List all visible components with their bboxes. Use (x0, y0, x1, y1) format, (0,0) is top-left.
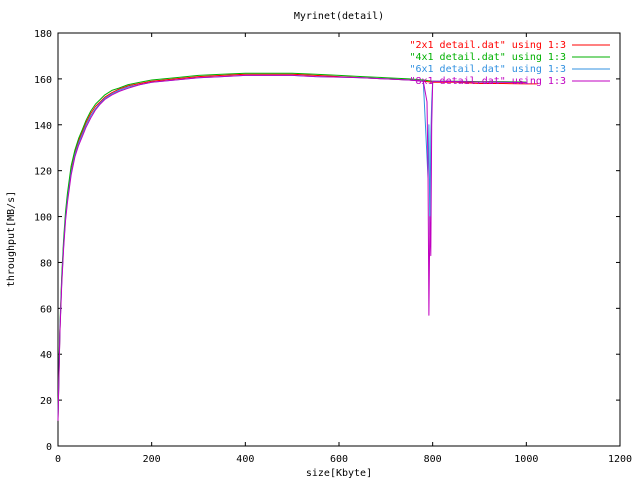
y-tick-label: 140 (34, 121, 52, 132)
x-tick-label: 400 (236, 454, 254, 465)
y-tick-label: 60 (40, 304, 52, 315)
axis-ticks: 0 20 40 60 80 100 120 140 160 180 0 200 400 600 800 100… (34, 29, 632, 465)
series-line-1 (57, 73, 538, 419)
series-layer (57, 72, 538, 421)
x-axis-label: size[Kbyte] (306, 468, 372, 479)
legend-label-4: "8x1 detail.dat" using 1:3 (409, 76, 566, 87)
y-tick-label: 120 (34, 167, 52, 178)
y-tick-label: 20 (40, 396, 52, 407)
x-tick-label: 200 (143, 454, 161, 465)
legend-label-1: "2x1 detail.dat" using 1:3 (409, 40, 566, 51)
x-tick-label: 600 (330, 454, 348, 465)
legend-label-3: "6x1 detail.dat" using 1:3 (409, 64, 566, 75)
series-line-2 (57, 72, 527, 417)
x-tick-label: 1000 (514, 454, 538, 465)
x-tick-label: 0 (55, 454, 61, 465)
y-tick-label: 40 (40, 350, 52, 361)
y-tick-label: 0 (46, 442, 52, 453)
plot-frame (57, 32, 621, 447)
x-tick-label: 800 (424, 454, 442, 465)
y-axis-label: throughput[MB/s] (6, 191, 17, 287)
chart-svg: Myrinet(detail) 0 20 40 60 80 100 120 140 160 180… (6, 11, 632, 479)
chart-title: Myrinet(detail) (294, 11, 384, 22)
series-line-3 (57, 74, 527, 419)
y-tick-label: 160 (34, 75, 52, 86)
series-line-4 (57, 74, 527, 421)
legend: "2x1 detail.dat" using 1:3"4x1 detail.da… (409, 40, 610, 87)
x-tick-label: 1200 (608, 454, 632, 465)
y-tick-label: 100 (34, 213, 52, 224)
y-tick-label: 80 (40, 258, 52, 269)
legend-label-2: "4x1 detail.dat" using 1:3 (409, 52, 566, 63)
y-tick-label: 180 (34, 29, 52, 40)
